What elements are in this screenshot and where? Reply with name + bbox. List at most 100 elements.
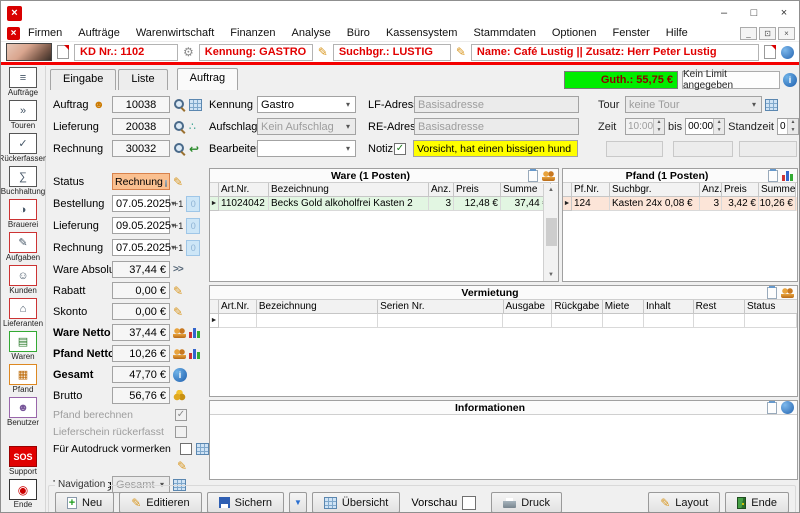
group-icon[interactable] xyxy=(173,349,186,359)
tour-dots-icon[interactable]: ∴ xyxy=(189,120,196,133)
rechnungsdatum-select[interactable]: 07.05.2025▾ xyxy=(112,239,170,256)
lieferung-number-field[interactable]: 20038 xyxy=(112,118,170,135)
pencil-icon[interactable]: ✎ xyxy=(456,45,466,59)
help-icon[interactable] xyxy=(781,46,794,59)
lieferdatum-select[interactable]: 09.05.2025▾ xyxy=(112,217,170,234)
customer-kennung-field[interactable]: Kennung: GASTRO xyxy=(199,44,313,61)
status-field[interactable]: Rechnung xyxy=(112,173,170,190)
neu-button[interactable]: +Neu xyxy=(55,492,114,513)
sichern-dropdown-button[interactable]: ▼ xyxy=(289,492,307,513)
notiz-field[interactable]: Vorsicht, hat einen bissigen hund xyxy=(413,140,578,157)
sidebar-item-kunden[interactable]: ☺Kunden xyxy=(9,265,37,296)
sidebar-item-pfand[interactable]: ▦Pfand xyxy=(9,364,37,395)
pencil-icon[interactable]: ✎ xyxy=(318,45,328,59)
plus-one-button[interactable]: +1 xyxy=(173,221,183,231)
autodruck-checkbox[interactable] xyxy=(180,443,192,455)
bestellung-date-select[interactable]: 07.05.2025▾ xyxy=(112,195,170,212)
info-icon[interactable]: i xyxy=(783,73,797,87)
menu-finanzen[interactable]: Finanzen xyxy=(222,27,283,39)
menu-buero[interactable]: Büro xyxy=(339,27,378,39)
search-icon[interactable] xyxy=(173,98,186,111)
report-icon[interactable] xyxy=(528,170,538,182)
menu-kassensystem[interactable]: Kassensystem xyxy=(378,27,466,39)
overview-icon[interactable] xyxy=(189,99,202,111)
customer-number-field[interactable]: KD Nr.: 1102 xyxy=(74,44,178,61)
menu-warenwirtschaft[interactable]: Warenwirtschaft xyxy=(128,27,222,39)
sidebar-item-auftraege[interactable]: ≡Aufträge xyxy=(8,67,38,98)
report-icon[interactable] xyxy=(768,170,778,182)
zeit-von-stepper[interactable]: 10:00▲▼ xyxy=(625,118,665,135)
tour-plan-icon[interactable] xyxy=(765,99,778,111)
gear-icon[interactable]: ⚙ xyxy=(183,45,194,59)
customer-name-field[interactable]: Name: Café Lustig || Zusatz: Herr Peter … xyxy=(471,44,759,61)
report-icon[interactable] xyxy=(767,402,777,414)
bearbeiter-select[interactable]: ▾ xyxy=(257,140,356,157)
druck-button[interactable]: Druck xyxy=(491,492,562,513)
chart-icon[interactable] xyxy=(782,171,794,181)
menu-firmen[interactable]: Firmen xyxy=(20,27,70,39)
menu-optionen[interactable]: Optionen xyxy=(544,27,605,39)
document-icon[interactable] xyxy=(764,45,776,59)
mdi-close-icon[interactable]: × xyxy=(778,27,795,40)
table-row[interactable]: ► 11024042 Becks Gold alkoholfrei Kasten… xyxy=(210,197,558,211)
overview-icon[interactable] xyxy=(196,443,209,455)
menu-stammdaten[interactable]: Stammdaten xyxy=(465,27,543,39)
tab-auftrag[interactable]: Auftrag xyxy=(177,68,238,90)
group-icon[interactable] xyxy=(173,328,186,338)
pencil-icon[interactable]: ✎ xyxy=(177,459,187,473)
rechnung-number-field[interactable]: 30032 xyxy=(112,140,170,157)
uebersicht-button[interactable]: Übersicht xyxy=(312,492,400,513)
offset-days-field[interactable]: 0 xyxy=(186,196,200,212)
mdi-minimize-icon[interactable]: _ xyxy=(740,27,757,40)
layout-button[interactable]: ✎Layout xyxy=(648,492,720,513)
offset-days-field[interactable]: 0 xyxy=(186,240,200,256)
plus-one-button[interactable]: +1 xyxy=(173,243,183,253)
menu-hilfe[interactable]: Hilfe xyxy=(658,27,696,39)
pencil-icon[interactable]: ✎ xyxy=(173,305,183,319)
pencil-icon[interactable]: ✎ xyxy=(173,175,183,189)
sidebar-item-benutzer[interactable]: ☻Benutzer xyxy=(7,397,39,428)
sidebar-item-ende[interactable]: ◉Ende xyxy=(9,479,37,510)
sidebar-item-touren[interactable]: »Touren xyxy=(9,100,37,131)
chart-icon[interactable] xyxy=(189,328,201,338)
table-row[interactable]: ► xyxy=(210,314,797,328)
auftrag-number-field[interactable]: 10038 xyxy=(112,96,170,113)
sidebar-item-rueckerfassen[interactable]: ✓Rückerfassen xyxy=(0,133,47,164)
close-icon[interactable]: × xyxy=(769,2,799,24)
expand-icon[interactable]: >> xyxy=(173,264,183,275)
offset-days-field[interactable]: 0 xyxy=(186,218,200,234)
sidebar-item-aufgaben[interactable]: ✎Aufgaben xyxy=(6,232,40,263)
editieren-button[interactable]: ✎Editieren xyxy=(119,492,201,513)
menu-fenster[interactable]: Fenster xyxy=(605,27,658,39)
ware-scrollbar[interactable]: ▲▼ xyxy=(543,184,558,281)
search-icon[interactable] xyxy=(173,120,186,133)
info-icon[interactable]: i xyxy=(173,368,187,382)
search-icon[interactable] xyxy=(173,142,186,155)
kennung-select[interactable]: Gastro▾ xyxy=(257,96,356,113)
mdi-restore-icon[interactable]: ⊡ xyxy=(759,27,776,40)
pencil-icon[interactable]: ✎ xyxy=(173,284,183,298)
report-icon[interactable] xyxy=(767,287,777,299)
notiz-checkbox[interactable]: ✓ xyxy=(394,143,406,155)
sidebar-item-lieferanten[interactable]: ⌂Lieferanten xyxy=(3,298,43,329)
sichern-button[interactable]: Sichern xyxy=(207,492,284,513)
sidebar-item-buchhaltung[interactable]: ∑Buchhaltung xyxy=(1,166,45,197)
menu-analyse[interactable]: Analyse xyxy=(284,27,339,39)
table-row[interactable]: ► 124 Kasten 24x 0,08 € 3 3,42 € 10,26 € xyxy=(563,197,797,211)
tab-eingabe[interactable]: Eingabe xyxy=(50,69,116,90)
chart-icon[interactable] xyxy=(189,349,201,359)
minimize-icon[interactable]: – xyxy=(709,2,739,24)
tab-liste[interactable]: Liste xyxy=(118,69,167,90)
standzeit-stepper[interactable]: 0▲▼ xyxy=(777,118,799,135)
zeit-bis-stepper[interactable]: 00:00▲▼ xyxy=(685,118,725,135)
customer-suchbegriff-field[interactable]: Suchbgr.: LUSTIG xyxy=(333,44,451,61)
menu-auftraege[interactable]: Aufträge xyxy=(70,27,128,39)
plus-one-button[interactable]: +1 xyxy=(173,199,183,209)
maximize-icon[interactable]: □ xyxy=(739,2,769,24)
sidebar-item-support[interactable]: SOSSupport xyxy=(9,446,37,477)
posten-search-icon[interactable] xyxy=(542,171,555,181)
document-icon[interactable] xyxy=(57,45,69,59)
info-ball-icon[interactable] xyxy=(781,401,794,414)
sidebar-item-waren[interactable]: ▤Waren xyxy=(9,331,37,362)
sidebar-item-brauerei[interactable]: ◑Brauerei xyxy=(8,199,38,230)
